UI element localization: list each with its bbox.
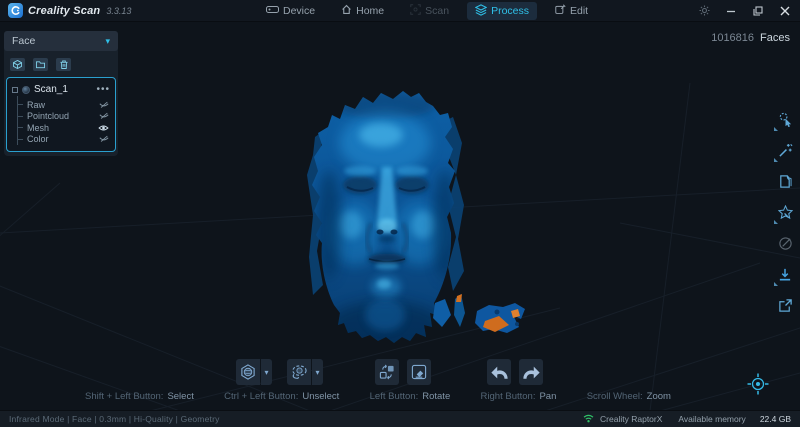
faces-count-label: Faces xyxy=(760,32,790,44)
hint-rotate: Left Button: Rotate xyxy=(369,391,451,402)
tree-item-label: Mesh xyxy=(27,122,50,133)
close-icon[interactable] xyxy=(778,4,792,18)
scan-debris xyxy=(433,294,525,333)
project-panel: Face ▾ Scan_1 ••• Raw Pointcloud Mesh Co… xyxy=(4,31,118,156)
import-model-button[interactable] xyxy=(10,58,25,71)
memory-label: Available memory xyxy=(678,414,746,424)
edit-pencil-icon xyxy=(555,4,566,18)
lasso-select-dropdown[interactable]: ▾ xyxy=(312,359,323,385)
tab-scan-label: Scan xyxy=(425,5,450,17)
export-download-icon[interactable] xyxy=(774,266,794,286)
link-box-icon xyxy=(12,86,18,93)
scan-icon xyxy=(410,4,421,18)
device-icon xyxy=(266,5,279,17)
tree-item-mesh[interactable]: Mesh xyxy=(18,122,110,134)
memory-value: 22.4 GB xyxy=(759,414,791,424)
scan-tree-root[interactable]: Scan_1 ••• xyxy=(12,83,110,96)
process-toolbar xyxy=(773,111,797,314)
settings-gear-icon[interactable] xyxy=(697,4,711,18)
device-name: Creality RaptorX xyxy=(600,414,663,424)
hint-pan: Right Button: Pan xyxy=(480,391,557,402)
mouse-hints: Shift + Left Button: Select Ctrl + Left B… xyxy=(85,391,671,402)
app-logo-icon xyxy=(8,3,23,18)
one-click-optimize-wand-icon[interactable] xyxy=(774,142,794,162)
tree-item-color[interactable]: Color xyxy=(18,134,110,146)
hint-unselect: Ctrl + Left Button: Unselect xyxy=(224,391,340,402)
open-folder-button[interactable] xyxy=(33,58,48,71)
tab-device-label: Device xyxy=(283,5,316,17)
group-selector-label: Face xyxy=(12,35,36,47)
device-status: Creality RaptorX Available memory 22.4 G… xyxy=(583,410,791,427)
eye-off-icon[interactable] xyxy=(99,112,110,120)
tree-item-raw[interactable]: Raw xyxy=(18,99,110,111)
redo-button[interactable] xyxy=(519,359,543,385)
maximize-restore-icon[interactable] xyxy=(751,4,765,18)
eye-off-icon[interactable] xyxy=(99,135,110,143)
reset-view-compass[interactable] xyxy=(746,372,770,396)
tab-home[interactable]: Home xyxy=(333,2,392,20)
hint-select: Shift + Left Button: Select xyxy=(85,391,194,402)
3d-viewport[interactable]: 1016816 Faces Face ▾ Scan_1 ••• Raw Poin… xyxy=(0,23,800,410)
main-tabs: Device Home Scan Process Edit xyxy=(258,0,596,22)
minimize-icon[interactable] xyxy=(724,4,738,18)
tab-process-label: Process xyxy=(491,5,529,17)
hint-zoom: Scroll Wheel: Zoom xyxy=(586,391,671,402)
faces-counter: 1016816 Faces xyxy=(711,32,790,44)
tree-item-label: Pointcloud xyxy=(27,111,70,122)
tree-item-label: Color xyxy=(27,134,49,145)
surface-select-button[interactable] xyxy=(236,359,260,385)
surface-select-dropdown[interactable]: ▾ xyxy=(261,359,272,385)
window-controls xyxy=(697,4,792,18)
process-layers-icon xyxy=(474,3,488,19)
chevron-down-icon: ▾ xyxy=(105,35,110,46)
select-edit-tool-button[interactable] xyxy=(774,111,794,131)
panel-toolbar xyxy=(10,58,114,71)
tab-home-label: Home xyxy=(356,5,385,17)
app-version: 3.3.13 xyxy=(106,5,132,16)
app-title: Creality Scan xyxy=(28,4,101,17)
eye-off-icon[interactable] xyxy=(99,101,110,109)
tab-edit[interactable]: Edit xyxy=(547,2,596,20)
home-icon xyxy=(341,4,352,18)
tab-scan[interactable]: Scan xyxy=(402,2,457,20)
lasso-select-button[interactable] xyxy=(287,359,311,385)
invert-selection-button[interactable] xyxy=(375,359,399,385)
app-brand: Creality Scan 3.3.13 xyxy=(8,3,131,18)
wifi-signal-icon xyxy=(583,410,594,427)
tab-process[interactable]: Process xyxy=(467,2,537,20)
eye-icon[interactable] xyxy=(98,124,110,132)
more-options-icon[interactable]: ••• xyxy=(96,84,110,94)
scan-tree: Scan_1 ••• Raw Pointcloud Mesh Color xyxy=(6,77,116,152)
statusbar: Infrared Mode | Face | 0.3mm | Hi-Qualit… xyxy=(0,410,800,427)
titlebar: Creality Scan 3.3.13 Device Home Scan Pr… xyxy=(0,0,800,22)
scan-settings-summary: Infrared Mode | Face | 0.3mm | Hi-Qualit… xyxy=(9,414,220,424)
tree-item-label: Raw xyxy=(27,99,46,110)
tab-device[interactable]: Device xyxy=(258,2,323,20)
undo-button[interactable] xyxy=(487,359,511,385)
scan-tree-children: Raw Pointcloud Mesh Color xyxy=(17,96,110,145)
creality-scan-window: Creality Scan 3.3.13 Device Home Scan Pr… xyxy=(0,0,800,427)
group-selector-dropdown[interactable]: Face ▾ xyxy=(4,31,118,51)
faces-count: 1016816 xyxy=(711,32,755,44)
mesh-simplify-star-icon[interactable] xyxy=(774,204,794,224)
delete-trash-button[interactable] xyxy=(56,58,71,71)
delete-selected-button[interactable] xyxy=(407,359,431,385)
share-export-icon[interactable] xyxy=(776,297,794,314)
meshing-pages-icon[interactable] xyxy=(776,173,794,190)
texture-mapping-icon[interactable] xyxy=(776,235,794,252)
scanned-face-model[interactable] xyxy=(285,75,530,355)
scan-name: Scan_1 xyxy=(34,84,68,95)
tab-edit-label: Edit xyxy=(570,5,589,17)
chevron-down-icon: ▾ xyxy=(315,367,320,377)
tree-item-pointcloud[interactable]: Pointcloud xyxy=(18,111,110,123)
chevron-down-icon: ▾ xyxy=(264,367,269,377)
selection-toolbar: ▾ ▾ xyxy=(236,359,543,385)
model-sphere-icon xyxy=(22,85,30,94)
